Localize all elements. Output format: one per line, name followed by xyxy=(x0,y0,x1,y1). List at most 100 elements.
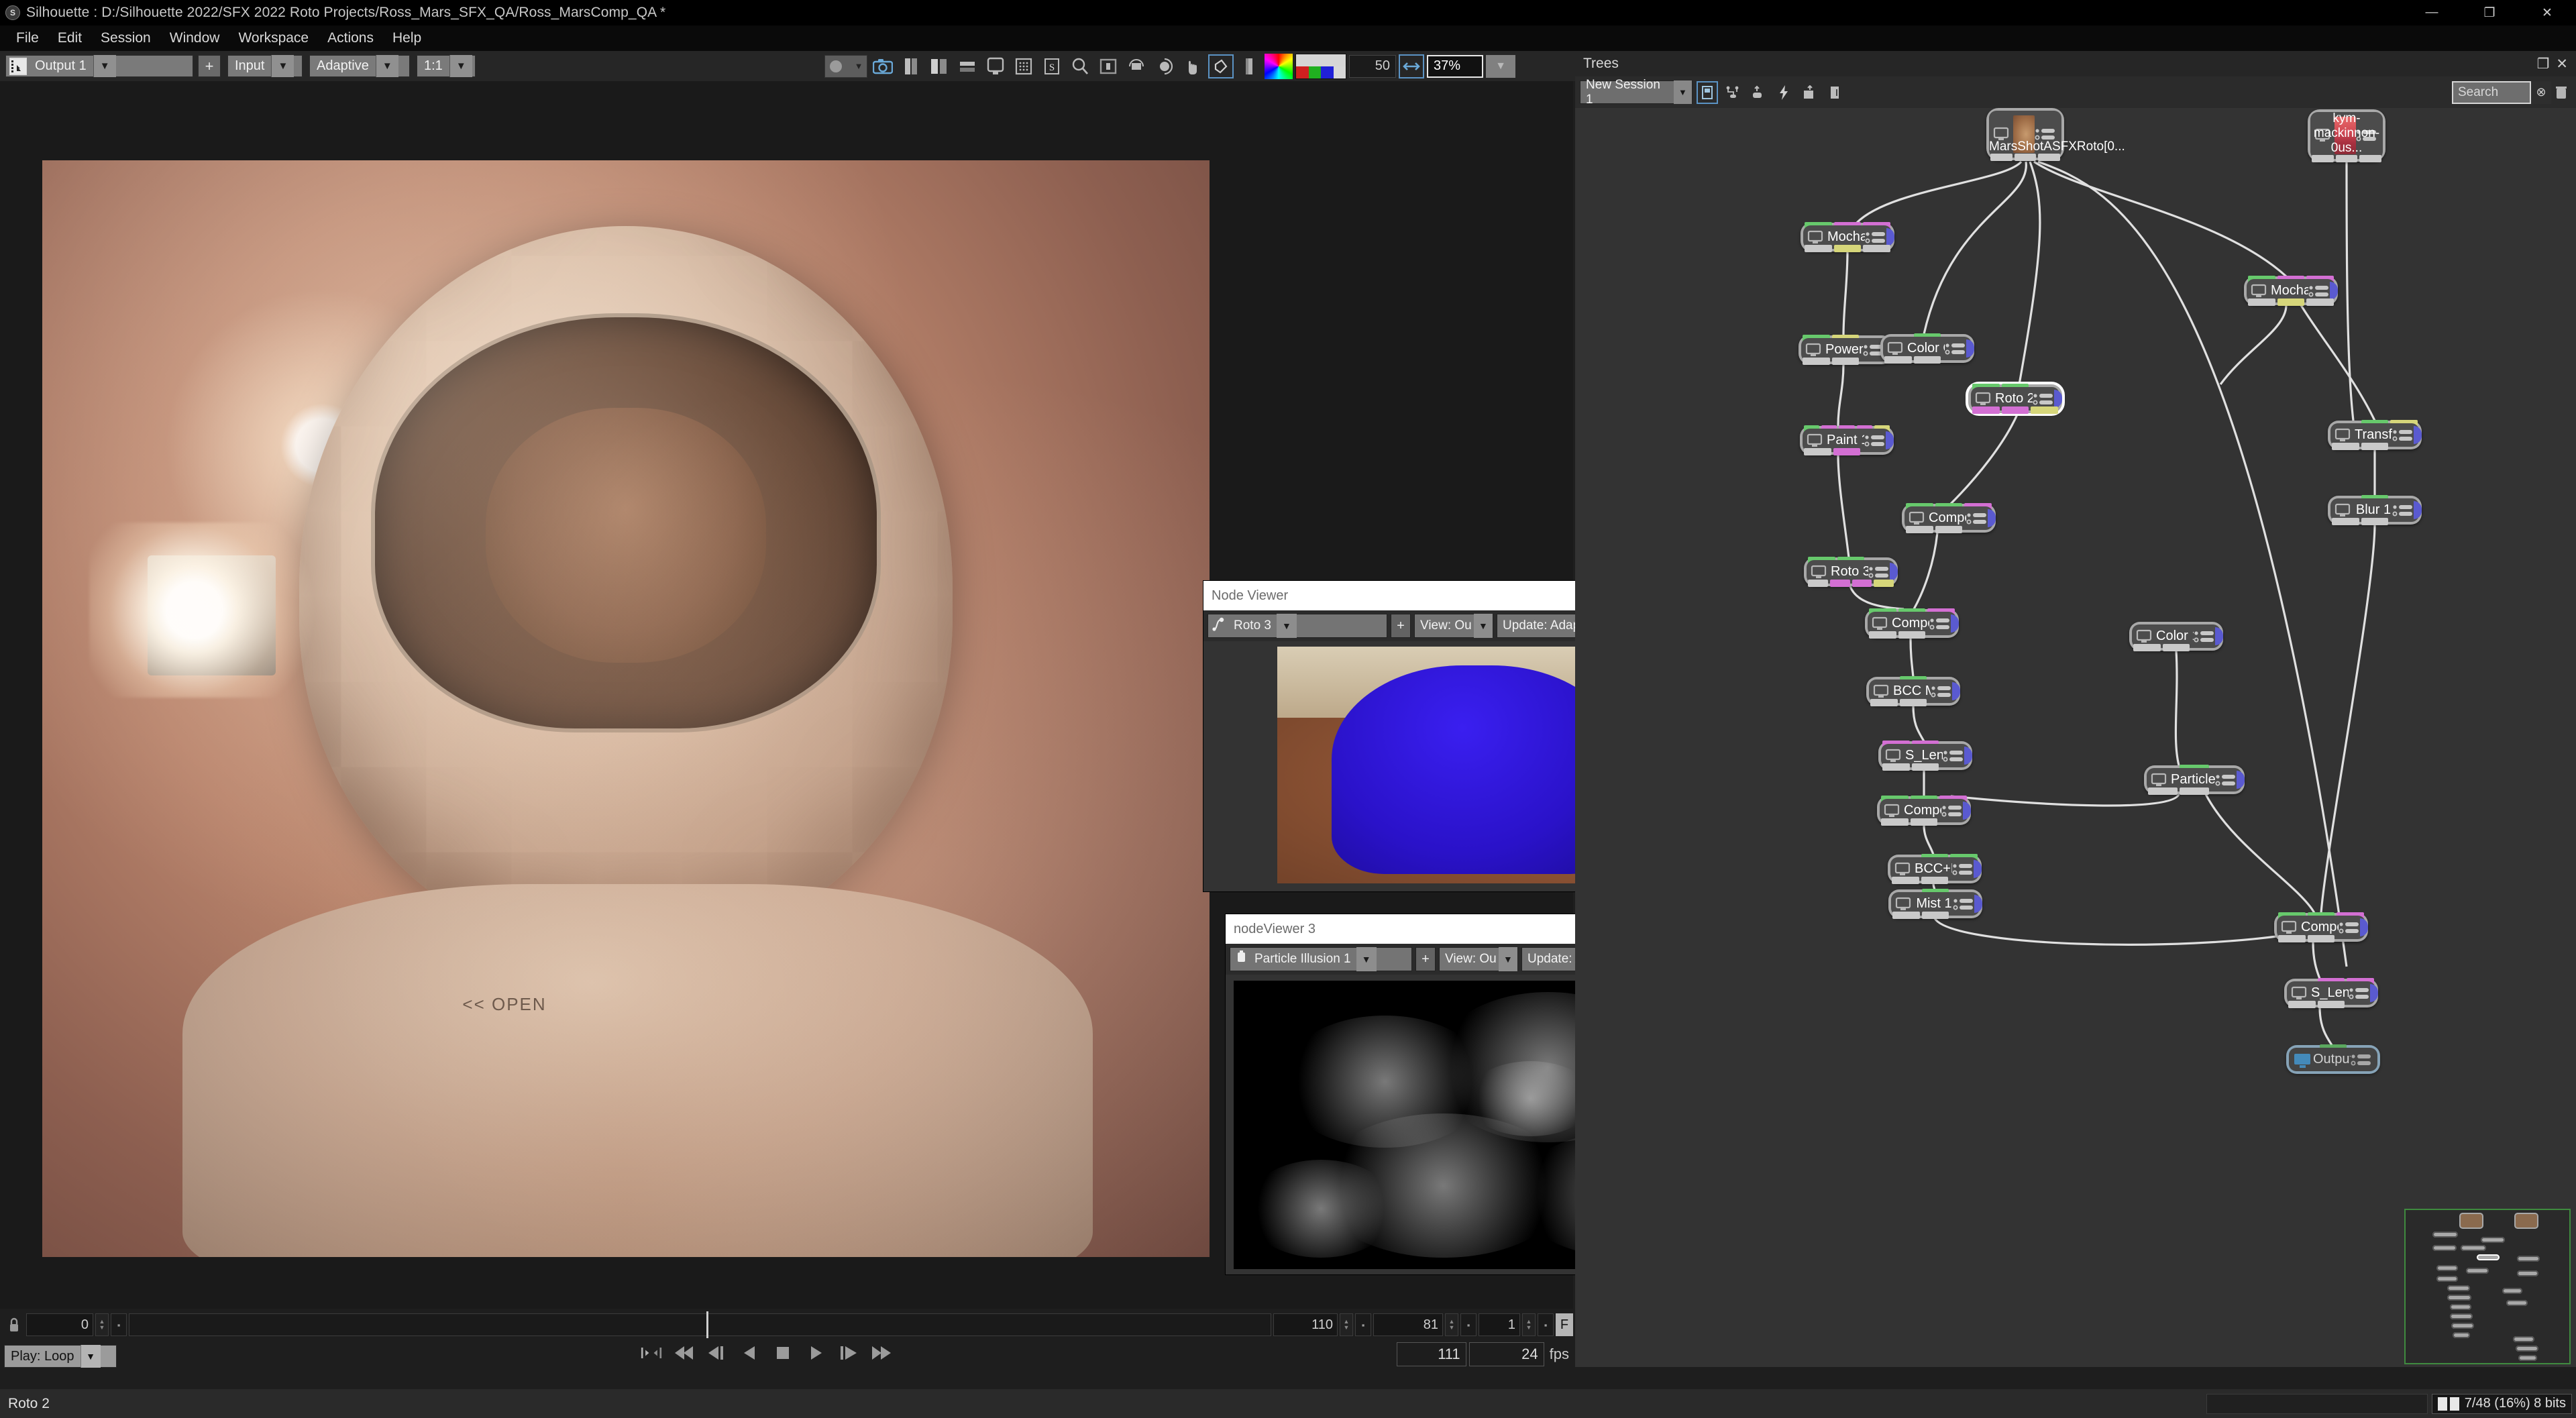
lock-icon[interactable] xyxy=(4,1313,24,1336)
viewer-canvas[interactable]: << OPEN xyxy=(42,160,1210,1257)
wipe-icon[interactable] xyxy=(955,54,980,78)
node-monitor-icon[interactable] xyxy=(1807,433,1824,448)
ratio-select[interactable]: 1:1 ▼ xyxy=(417,55,476,77)
graph-node-composite3[interactable]: Composite 3 xyxy=(1877,796,1971,826)
out-point-key-button[interactable]: ▪ xyxy=(1355,1313,1371,1336)
float-panel-icon[interactable]: ❐ xyxy=(2537,56,2550,72)
in-point-stepper[interactable]: ▲ ▼ xyxy=(95,1313,109,1336)
playhead[interactable] xyxy=(706,1311,708,1338)
node-params-icon[interactable] xyxy=(1952,862,1975,877)
node-port[interactable] xyxy=(2332,518,2359,525)
node-params-icon[interactable] xyxy=(2351,1052,2373,1067)
graph-node-kym[interactable]: kym-mackinnon-0us... xyxy=(2308,109,2385,162)
node-port[interactable] xyxy=(1911,763,1939,771)
node-monitor-icon[interactable] xyxy=(1872,616,1889,631)
graph-node-bccfilm[interactable]: BCC+Film Sto... xyxy=(1888,854,1982,884)
node-port[interactable] xyxy=(1899,699,1927,706)
graph-node-output1[interactable]: Output 1 xyxy=(2286,1044,2380,1075)
play-mode-select[interactable]: Play: Loop ▼ xyxy=(4,1345,117,1368)
search-input[interactable]: Search xyxy=(2452,80,2531,104)
node-port[interactable] xyxy=(1808,580,1828,587)
import-node-icon[interactable] xyxy=(1748,81,1769,104)
menu-actions[interactable]: Actions xyxy=(318,25,383,51)
node-port[interactable] xyxy=(1929,699,1956,706)
node-state-bar[interactable] xyxy=(1963,802,1971,820)
node-monitor-icon[interactable] xyxy=(1894,862,1912,877)
step-stepper[interactable]: ▲ ▼ xyxy=(1522,1313,1536,1336)
node-port[interactable] xyxy=(1882,763,1910,771)
chevron-down-icon[interactable]: ▼ xyxy=(1486,54,1515,78)
node-port[interactable] xyxy=(1869,631,1896,639)
current-frame-key-button[interactable]: ▪ xyxy=(1460,1313,1477,1336)
graph-minimap[interactable] xyxy=(2404,1209,2571,1364)
node-port[interactable] xyxy=(1892,912,1920,919)
node-monitor-icon[interactable] xyxy=(1807,230,1825,245)
info-icon[interactable] xyxy=(1824,81,1845,104)
node-body[interactable]: kym-mackinnon-0us... xyxy=(2310,111,2383,159)
node-port[interactable] xyxy=(1831,358,1860,365)
step-back-icon[interactable] xyxy=(739,1342,761,1364)
node-viewer-2-view-select[interactable]: View: Ou ▼ xyxy=(1439,947,1518,971)
out-point-stepper[interactable]: ▲ ▼ xyxy=(1340,1313,1353,1336)
pan-hand-icon[interactable] xyxy=(1180,54,1205,78)
node-port[interactable] xyxy=(2001,406,2029,414)
node-state-bar[interactable] xyxy=(2414,426,2422,444)
step-forward-icon[interactable] xyxy=(838,1342,859,1364)
node-params-icon[interactable] xyxy=(1864,433,1887,448)
graph-node-roto3[interactable]: Roto 3 xyxy=(1804,557,1898,587)
chevron-down-icon[interactable]: ▼ xyxy=(271,55,294,77)
node-port[interactable] xyxy=(1874,580,1894,587)
node-port[interactable] xyxy=(2278,935,2306,942)
node-port[interactable] xyxy=(1803,358,1830,365)
first-frame-icon[interactable] xyxy=(674,1342,695,1364)
node-params-icon[interactable] xyxy=(2194,629,2216,644)
node-port[interactable] xyxy=(1990,154,2012,161)
stop-icon[interactable] xyxy=(772,1342,794,1364)
node-port[interactable] xyxy=(2335,155,2358,162)
node-monitor-icon[interactable] xyxy=(1909,511,1926,526)
node-port[interactable] xyxy=(2148,787,2178,795)
export-icon[interactable] xyxy=(1799,81,1820,104)
compare-a-icon[interactable] xyxy=(898,54,924,78)
node-port[interactable] xyxy=(2332,443,2359,450)
node-monitor-icon[interactable] xyxy=(1975,392,1992,406)
node-state-bar[interactable] xyxy=(1886,228,1894,246)
node-monitor-icon[interactable] xyxy=(1884,804,1901,818)
node-params-icon[interactable] xyxy=(1945,341,1968,356)
node-port[interactable] xyxy=(2180,787,2209,795)
close-button[interactable]: ✕ xyxy=(2518,0,2576,25)
input-select[interactable]: Input ▼ xyxy=(227,55,303,77)
node-port[interactable] xyxy=(2290,1067,2318,1075)
trash-icon[interactable] xyxy=(2551,81,2571,104)
step-key-button[interactable]: ▪ xyxy=(1538,1313,1554,1336)
node-port[interactable] xyxy=(1862,448,1890,455)
node-state-bar[interactable] xyxy=(2237,771,2245,789)
node-port[interactable] xyxy=(1921,877,1949,884)
node-body[interactable]: MarsShotASFXRoto[0... xyxy=(1989,111,2125,158)
menu-help[interactable]: Help xyxy=(383,25,431,51)
split-view-icon[interactable] xyxy=(926,54,952,78)
node-monitor-icon[interactable] xyxy=(2334,428,2352,443)
node-port[interactable] xyxy=(1943,356,1970,364)
menu-edit[interactable]: Edit xyxy=(48,25,91,51)
node-params-icon[interactable] xyxy=(1868,565,1891,580)
node-port[interactable] xyxy=(1941,763,1968,771)
node-params-icon[interactable] xyxy=(2215,773,2238,787)
node-port[interactable] xyxy=(2390,518,2418,525)
node-monitor-icon[interactable] xyxy=(2251,284,2268,298)
chevron-down-icon[interactable]: ▼ xyxy=(80,1345,101,1368)
node-port[interactable] xyxy=(1964,526,1992,533)
node-monitor-icon[interactable] xyxy=(1885,749,1902,763)
node-params-icon[interactable] xyxy=(1941,804,1964,818)
node-port[interactable] xyxy=(2312,155,2334,162)
node-params-icon[interactable] xyxy=(1865,230,1888,245)
zoom-level-field[interactable]: 37% xyxy=(1427,54,1483,78)
node-viewer-1-node-select[interactable]: Roto 3 ▼ xyxy=(1208,614,1387,638)
node-port[interactable] xyxy=(2014,154,2037,161)
node-port[interactable] xyxy=(1804,448,1831,455)
node-port[interactable] xyxy=(1870,699,1898,706)
node-monitor-icon[interactable] xyxy=(2281,920,2298,935)
node-monitor-icon[interactable] xyxy=(2151,773,2168,787)
node-port[interactable] xyxy=(2390,443,2418,450)
node-port[interactable] xyxy=(1892,877,1919,884)
